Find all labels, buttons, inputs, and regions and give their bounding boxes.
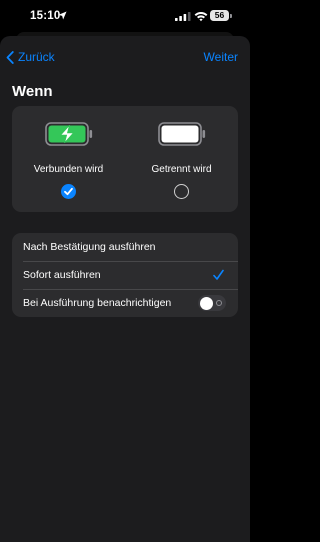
battery-icon: 56 [210,10,234,22]
list-item-notify: Bei Ausführung benachrichtigen [12,289,238,317]
option-disconnected-label: Getrennt wird [151,164,212,175]
notify-toggle[interactable] [198,295,226,311]
list-item-label: Nach Bestätigung ausführen [23,241,156,253]
back-label: Zurück [18,50,55,64]
next-button[interactable]: Weiter [204,49,238,65]
back-button[interactable]: Zurück [6,49,55,65]
status-time: 15:10 [30,10,61,22]
toggle-knob [199,296,213,310]
wifi-icon [194,12,208,22]
battery-charging-icon [45,122,93,146]
list-item-label: Sofort ausführen [23,269,101,281]
battery-full-icon [158,122,206,146]
checkmark-icon [213,269,224,280]
trigger-options-card: Verbunden wird Getrennt wird [12,106,238,212]
list-item-immediate[interactable]: Sofort ausführen [12,261,238,289]
status-bar: 15:10 56 [0,0,250,34]
toggle-off-indicator-icon [216,299,222,306]
chevron-left-icon [6,50,14,64]
run-options-list: Nach Bestätigung ausführen Sofort ausfüh… [12,233,238,317]
cellular-signal-icon [175,12,191,21]
option-connected-label: Verbunden wird [33,164,104,175]
list-item-label: Bei Ausführung benachrichtigen [23,297,172,309]
checkmark-circle-icon[interactable] [61,184,76,199]
battery-level: 56 [214,10,225,20]
location-arrow-icon [58,11,67,20]
list-item-confirm[interactable]: Nach Bestätigung ausführen [12,233,238,261]
section-title: Wenn [12,83,53,100]
empty-circle-icon[interactable] [174,184,189,199]
